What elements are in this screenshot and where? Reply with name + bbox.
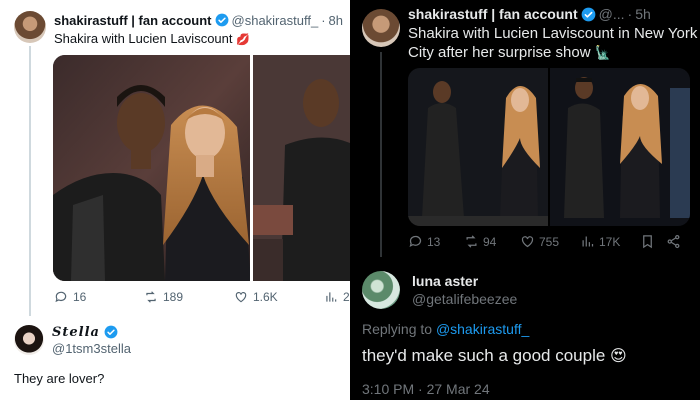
verified-badge-icon <box>215 13 228 27</box>
author-handle[interactable]: @shakirastuff_ <box>232 13 319 28</box>
replying-to-handle-link[interactable]: @shakirastuff_ <box>436 321 529 337</box>
post-header: shakirastuff | fan account @shakirastuff… <box>54 12 344 28</box>
like-icon <box>235 292 247 303</box>
replying-to-prefix: Replying to <box>362 321 433 337</box>
views-icon <box>326 292 337 302</box>
verified-badge-icon <box>104 325 118 339</box>
bookmark-button[interactable] <box>640 234 655 249</box>
right-screenshot-panel: shakirastuff | fan account @... · 5h Sha… <box>350 0 700 400</box>
post-text: Shakira with Lucien Laviscount in New Yo… <box>408 24 698 62</box>
reply-author-name[interactable]: luna aster <box>412 273 478 289</box>
post-text: Shakira with Lucien Laviscount 💋 <box>54 31 344 46</box>
author-avatar[interactable] <box>362 9 400 47</box>
thread-line <box>380 52 382 257</box>
kiss-mark-emoji: 💋 <box>236 34 250 46</box>
separator-dot: · <box>627 6 633 22</box>
reply-text-body: they'd make such a good couple <box>362 346 606 365</box>
like-count: 1.6K <box>253 290 278 304</box>
reply-text: They are lover? <box>14 371 105 386</box>
post-text-body: Shakira with Lucien Laviscount <box>54 31 233 46</box>
reply-text: they'd make such a good couple 😍 <box>362 346 627 366</box>
separator-dot: · <box>321 12 326 28</box>
repost-count: 189 <box>163 290 184 304</box>
views-icon <box>582 236 594 247</box>
reply-author-handle[interactable]: @1tsm3stella <box>52 341 131 356</box>
reply-button[interactable]: 13 <box>408 234 440 249</box>
reply-header: Stella <box>52 324 342 340</box>
reply-count: 16 <box>73 290 87 304</box>
repost-icon <box>466 235 477 248</box>
reply-author-avatar[interactable] <box>362 271 400 309</box>
reply-author-handle[interactable]: @getalifebeezee <box>412 291 517 307</box>
like-count: 755 <box>539 234 560 249</box>
statue-of-liberty-emoji: 🗽 <box>594 45 611 60</box>
repost-button[interactable]: 189 <box>144 290 183 304</box>
author-avatar[interactable] <box>14 11 46 43</box>
like-button[interactable]: 1.6K <box>234 290 278 304</box>
left-screenshot-panel: shakirastuff | fan account @shakirastuff… <box>0 0 350 400</box>
bookmark-icon <box>643 235 652 249</box>
reply-timestamp[interactable]: 3:10 PM · 27 Mar 24 <box>362 381 490 397</box>
post-text-body: Shakira with Lucien Laviscount in New Yo… <box>408 25 698 61</box>
views-button[interactable]: 2 <box>324 290 350 304</box>
heart-eyes-emoji: 😍 <box>610 348 627 365</box>
reply-count: 13 <box>427 234 441 249</box>
share-button[interactable] <box>666 234 681 249</box>
reply-icon <box>55 291 67 303</box>
thread-line <box>29 46 31 316</box>
views-count: 2 <box>343 290 350 304</box>
post-actions: 16 189 1.6K 2 <box>54 290 350 308</box>
reply-icon <box>409 235 422 248</box>
photo-shakira-and-lucien[interactable] <box>53 55 350 281</box>
author-handle[interactable]: @... <box>599 6 625 22</box>
like-icon <box>521 236 534 248</box>
replying-to-line: Replying to @shakirastuff_ <box>362 321 529 337</box>
repost-icon <box>146 291 156 303</box>
author-name[interactable]: shakirastuff | fan account <box>408 6 578 22</box>
post-media[interactable] <box>408 68 690 226</box>
post-header: shakirastuff | fan account @... · 5h <box>408 5 696 23</box>
reply-author-name[interactable]: Stella <box>52 325 100 340</box>
repost-button[interactable]: 94 <box>464 234 496 249</box>
repost-count: 94 <box>483 234 497 249</box>
share-icon <box>667 234 680 249</box>
reply-button[interactable]: 16 <box>54 290 86 304</box>
post-time[interactable]: 5h <box>635 6 651 22</box>
reply-author-avatar[interactable] <box>14 325 44 355</box>
post-actions: 13 94 755 17K <box>408 234 698 252</box>
like-button[interactable]: 755 <box>520 234 559 249</box>
photo-shakira-and-lucien-nyc[interactable] <box>408 68 690 226</box>
views-count: 17K <box>599 234 621 249</box>
verified-badge-icon <box>581 7 595 21</box>
post-time[interactable]: 8h <box>329 13 343 28</box>
author-name[interactable]: shakirastuff | fan account <box>54 13 212 28</box>
views-button[interactable]: 17K <box>580 234 620 249</box>
post-media[interactable] <box>53 55 350 281</box>
